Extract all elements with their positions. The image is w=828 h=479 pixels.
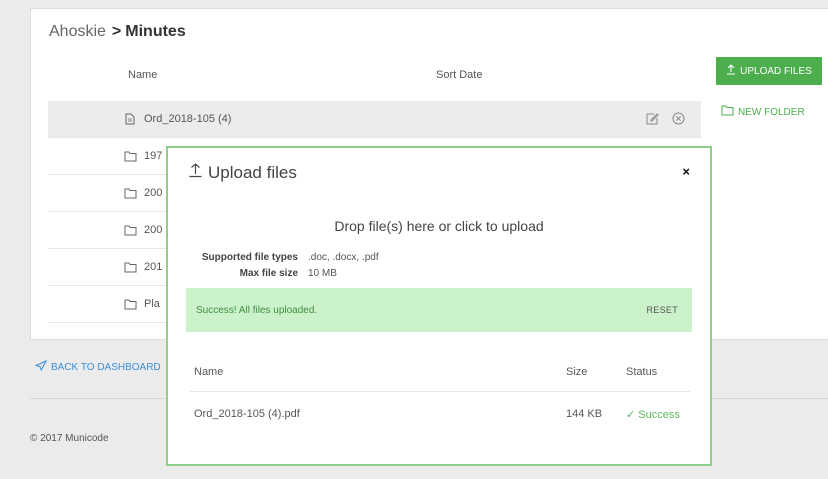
upload-files-button[interactable]: UPLOAD FILES [716, 57, 822, 85]
edit-icon[interactable] [645, 111, 659, 125]
column-header-name[interactable]: Name [128, 69, 157, 81]
success-message: Success! All files uploaded. [196, 304, 318, 316]
folder-icon [124, 188, 144, 199]
breadcrumb-parent[interactable]: Ahoskie [49, 23, 106, 40]
table-header-status: Status [626, 366, 658, 378]
table-header-size: Size [566, 366, 588, 378]
list-item-label: Ord_2018-105 (4) [144, 113, 232, 125]
upload-info-values: .doc, .docx, .pdf 10 MB [308, 250, 379, 282]
uploaded-files-table: Name Size Status Ord_2018-105 (4).pdf 14… [190, 360, 690, 432]
reset-button[interactable]: RESET [646, 305, 678, 315]
supported-file-types-label: Supported file types [201, 252, 298, 263]
upload-icon [188, 162, 203, 183]
breadcrumb-separator: > [111, 23, 122, 40]
upload-icon [726, 64, 736, 78]
modal-title: Upload files [188, 162, 297, 183]
column-header-sort-date[interactable]: Sort Date [436, 69, 482, 81]
upload-info-labels: Supported file types Max file size [202, 250, 298, 282]
breadcrumb-current: Minutes [125, 23, 186, 40]
folder-icon [124, 299, 144, 310]
table-row: Ord_2018-105 (4).pdf 144 KB ✓ Success [190, 392, 690, 432]
list-item-label: Pla [144, 298, 160, 310]
new-folder-button[interactable]: NEW FOLDER [721, 105, 805, 119]
upload-files-modal: Upload files × Drop file(s) here or clic… [166, 146, 712, 466]
list-item[interactable]: Ord_2018-105 (4) [48, 101, 701, 138]
file-name: Ord_2018-105 (4).pdf [194, 408, 300, 420]
list-item-label: 201 [144, 261, 163, 273]
folder-icon [124, 151, 144, 162]
max-file-size-label: Max file size [239, 268, 298, 279]
folder-icon [721, 105, 734, 119]
folder-icon [124, 262, 144, 273]
check-icon: ✓ [626, 409, 636, 421]
tag-icon [34, 359, 48, 374]
table-header: Name Size Status [190, 360, 690, 392]
folder-icon [124, 225, 144, 236]
modal-title-text: Upload files [208, 162, 297, 182]
file-size: 144 KB [566, 408, 603, 420]
dropzone[interactable]: Drop file(s) here or click to upload [168, 218, 710, 234]
list-item-label: 200 [144, 224, 163, 236]
back-to-dashboard-label: BACK TO DASHBOARD [51, 361, 161, 373]
file-status: ✓ Success [626, 408, 680, 421]
delete-icon[interactable] [671, 111, 685, 125]
list-item-label: 197 [144, 150, 163, 162]
breadcrumb: Ahoskie > Minutes [49, 23, 186, 41]
back-to-dashboard-link[interactable]: BACK TO DASHBOARD [34, 359, 161, 374]
success-alert: Success! All files uploaded. RESET [186, 288, 692, 332]
upload-files-label: UPLOAD FILES [740, 65, 812, 77]
file-status-text: Success [638, 409, 680, 421]
table-header-name: Name [194, 366, 224, 378]
copyright-text: © 2017 Municode [30, 433, 109, 444]
list-item-label: 200 [144, 187, 163, 199]
max-file-size-value: 10 MB [308, 268, 337, 279]
new-folder-label: NEW FOLDER [738, 106, 805, 118]
close-icon[interactable]: × [682, 164, 690, 179]
file-icon [124, 113, 144, 125]
supported-file-types-value: .doc, .docx, .pdf [308, 252, 379, 263]
